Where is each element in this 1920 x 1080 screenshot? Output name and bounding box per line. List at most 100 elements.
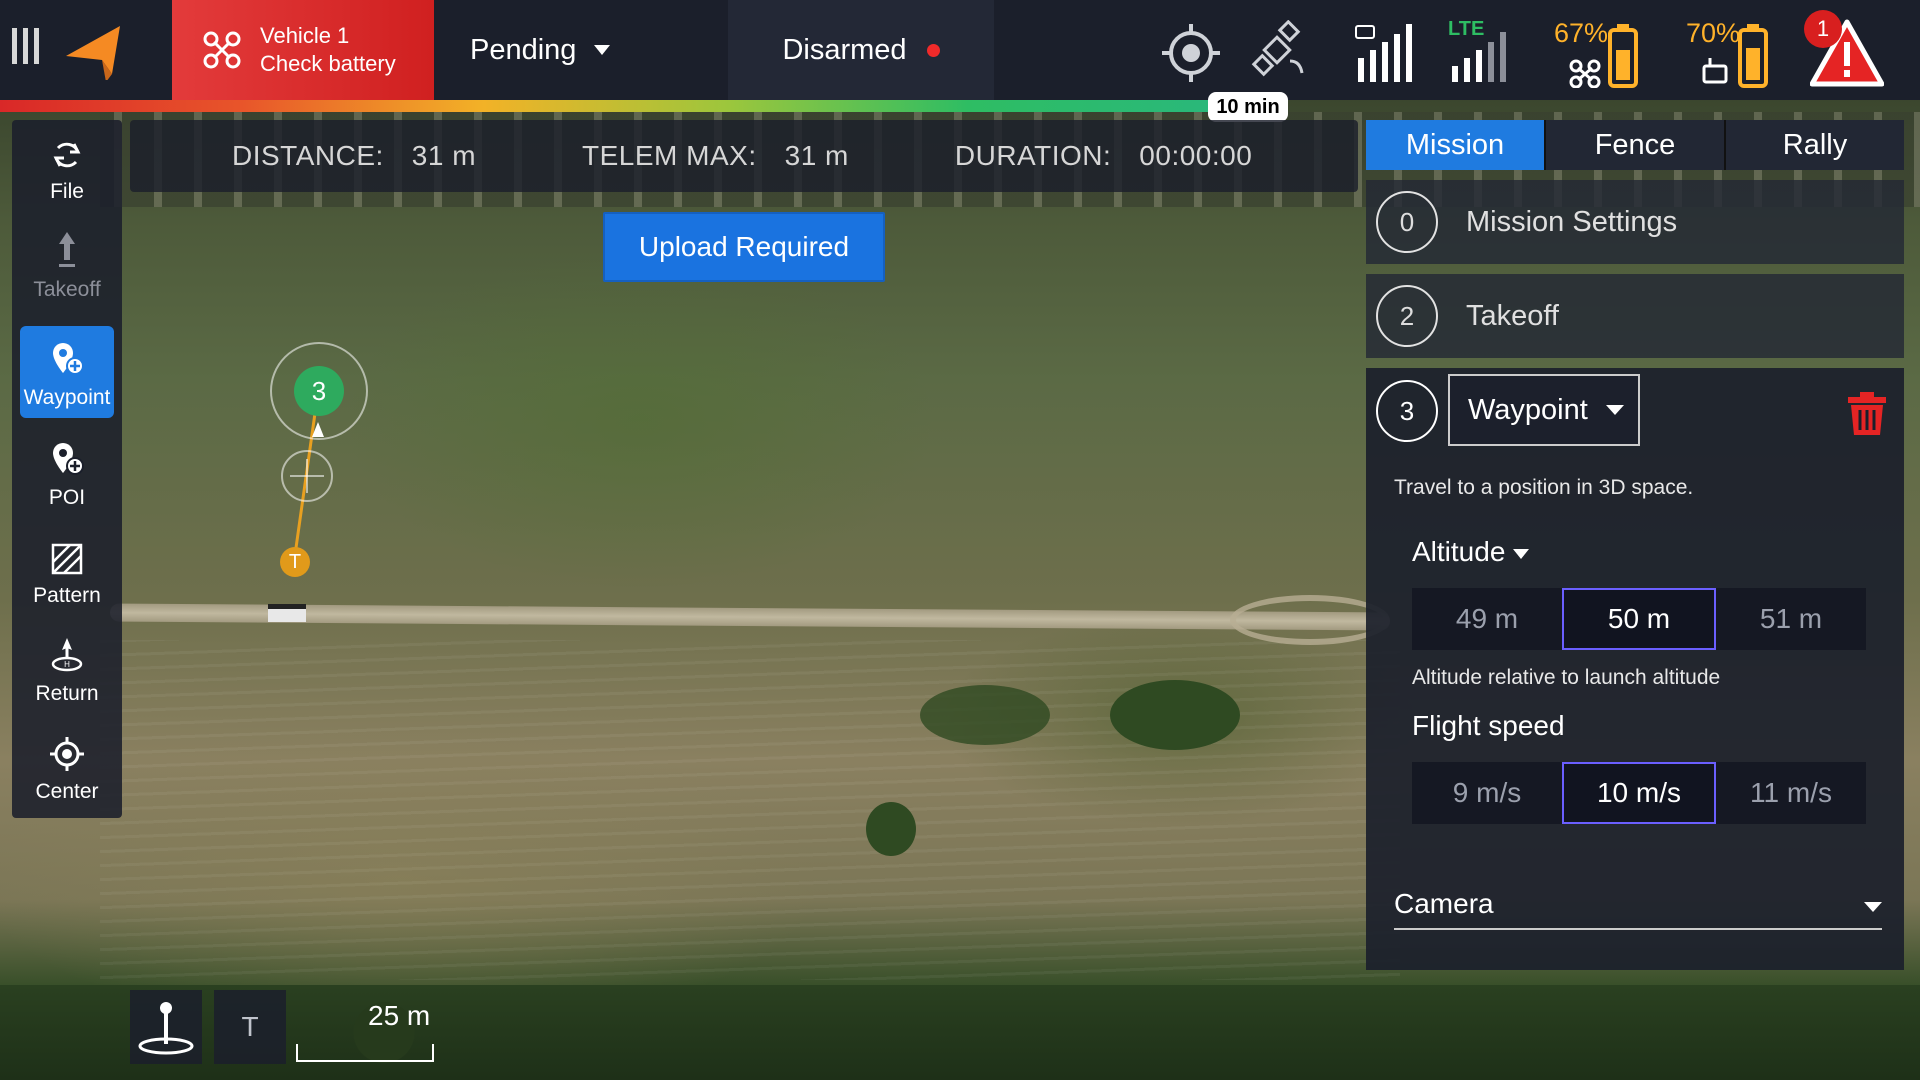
building	[268, 604, 306, 622]
speed-selector: 9 m/s 10 m/s 11 m/s	[1412, 762, 1866, 824]
svg-text:H: H	[64, 660, 70, 669]
sync-icon	[53, 142, 81, 168]
bush	[1110, 680, 1240, 750]
flight-time-bar	[0, 100, 1210, 112]
pattern-button[interactable]: Pattern	[20, 524, 114, 616]
home-position-button[interactable]	[130, 990, 202, 1064]
home-position-icon	[138, 1002, 194, 1055]
tab-mission[interactable]: Mission	[1366, 120, 1546, 170]
delete-icon[interactable]	[1846, 390, 1888, 436]
center-icon	[50, 737, 84, 771]
add-poi-icon	[53, 443, 84, 475]
bush	[920, 685, 1050, 745]
command-description: Travel to a position in 3D space.	[1394, 476, 1694, 499]
camera-section-dropdown[interactable]: Camera	[1394, 880, 1882, 930]
altitude-note: Altitude relative to launch altitude	[1412, 666, 1721, 689]
upload-required-button[interactable]: Upload Required	[603, 212, 885, 282]
altitude-mode-dropdown[interactable]: Altitude	[1412, 536, 1530, 568]
file-label: File	[50, 180, 84, 203]
item-number: 3	[1376, 380, 1438, 442]
distance-label: DISTANCE:	[232, 140, 384, 171]
takeoff-button[interactable]: Takeoff	[20, 218, 114, 310]
return-button[interactable]: H Return	[20, 622, 114, 714]
center-button[interactable]: Center	[20, 720, 114, 812]
rc-battery-icon[interactable]	[1700, 22, 1776, 88]
bush	[866, 802, 916, 856]
takeoff-marker[interactable]: T	[280, 547, 310, 577]
satellite-icon[interactable]	[1250, 20, 1310, 82]
menu-icon[interactable]	[12, 28, 48, 72]
drone-icon	[203, 31, 241, 69]
telem-max-label: TELEM MAX:	[582, 140, 757, 171]
altitude-label: Altitude	[1412, 536, 1506, 567]
vehicle-status[interactable]: Vehicle 1 Check battery	[172, 0, 434, 100]
takeoff-icon	[59, 232, 75, 267]
speed-option[interactable]: 11 m/s	[1716, 762, 1866, 824]
pattern-label: Pattern	[33, 584, 101, 607]
drone-battery-icon[interactable]	[1566, 22, 1646, 88]
chevron-down-icon	[594, 45, 611, 55]
telem-max-value: 31 m	[784, 140, 849, 171]
tree-line	[0, 985, 1920, 1080]
waypoint-marker[interactable]: 3	[294, 366, 344, 416]
waypoint-editor: 3 Waypoint Travel to a position in 3D sp…	[1366, 368, 1904, 970]
plan-tabs: Mission Fence Rally	[1366, 120, 1904, 170]
arm-status-label: Disarmed	[782, 33, 907, 66]
pattern-icon	[51, 543, 83, 575]
add-waypoint-icon	[53, 343, 84, 375]
poi-label: POI	[48, 486, 86, 509]
takeoff-label: Takeoff	[33, 278, 101, 301]
altitude-selector: 49 m 50 m 51 m	[1412, 588, 1866, 650]
status-dot-icon	[926, 43, 940, 57]
plan-tool-strip: File Takeoff Waypoint POI Pattern H Retu…	[12, 120, 122, 818]
file-button[interactable]: File	[20, 120, 114, 212]
item-number: 2	[1376, 285, 1438, 347]
rc-signal-icon[interactable]	[1354, 20, 1420, 82]
mission-item-settings[interactable]: 0 Mission Settings	[1366, 180, 1904, 264]
item-title: Takeoff	[1466, 299, 1559, 332]
app-logo[interactable]	[64, 20, 124, 80]
poi-button[interactable]: POI	[20, 426, 114, 518]
item-title: Mission Settings	[1466, 205, 1678, 238]
altitude-option[interactable]: 51 m	[1716, 588, 1866, 650]
flight-time-label: 10 min	[1208, 92, 1288, 122]
return-home-icon: H	[51, 638, 83, 672]
map-scale: 25 m	[296, 1000, 436, 1064]
return-label: Return	[35, 682, 99, 705]
camera-label: Camera	[1394, 888, 1494, 919]
scale-bar	[296, 1044, 434, 1062]
item-number: 0	[1376, 191, 1438, 253]
arm-status[interactable]: Disarmed	[728, 0, 994, 100]
gps-icon[interactable]	[1160, 20, 1222, 82]
speed-option-selected[interactable]: 10 m/s	[1562, 762, 1716, 824]
command-type-dropdown[interactable]: Waypoint	[1448, 374, 1640, 446]
altitude-option[interactable]: 49 m	[1412, 588, 1562, 650]
scale-label: 25 m	[368, 1000, 431, 1031]
tab-fence[interactable]: Fence	[1546, 120, 1726, 170]
flight-mode-dropdown[interactable]: Pending	[434, 0, 726, 100]
flight-mode-label: Pending	[470, 33, 577, 66]
center-label: Center	[35, 780, 99, 803]
takeoff-marker-label: T	[288, 550, 302, 573]
speed-option[interactable]: 9 m/s	[1412, 762, 1562, 824]
waypoint-tool-button[interactable]: Waypoint	[20, 326, 114, 418]
command-type-label: Waypoint	[1468, 393, 1588, 426]
vehicle-warning: Check battery	[260, 51, 396, 76]
waypoint-marker-label: 3	[311, 375, 327, 406]
vehicle-name: Vehicle 1	[260, 23, 350, 48]
chevron-down-icon	[1864, 902, 1882, 912]
chevron-down-icon	[1605, 405, 1624, 415]
chevron-down-icon	[1513, 548, 1530, 559]
duration-label: DURATION:	[954, 140, 1112, 171]
mission-item-takeoff[interactable]: 2 Takeoff	[1366, 274, 1904, 358]
takeoff-location-button[interactable]: T	[214, 990, 286, 1064]
lte-signal-icon[interactable]	[1448, 20, 1518, 82]
alert-count-badge: 1	[1804, 10, 1842, 48]
mission-stats-bar: DISTANCE: 31 m TELEM MAX: 31 m DURATION:…	[130, 120, 1358, 192]
distance-value: 31 m	[411, 140, 477, 171]
altitude-option-selected[interactable]: 50 m	[1562, 588, 1716, 650]
waypoint-tool-label: Waypoint	[23, 386, 111, 409]
duration-value: 00:00:00	[1139, 140, 1253, 171]
tab-rally[interactable]: Rally	[1726, 120, 1904, 170]
flight-speed-label: Flight speed	[1412, 710, 1565, 741]
